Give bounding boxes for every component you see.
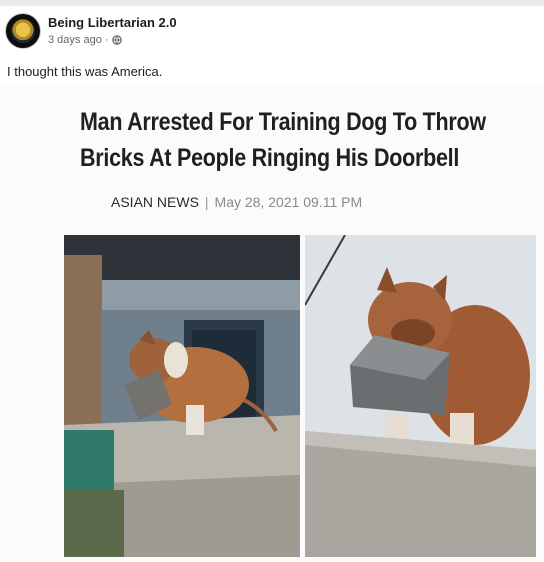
photo-dog-on-wall [64,235,300,557]
avatar[interactable] [6,14,40,48]
photo-dog-holding-brick [305,235,536,557]
article-date: May 28, 2021 09.11 PM [214,194,363,210]
post-image[interactable]: Man Arrested For Training Dog To Throw B… [0,86,544,562]
post-header: Being Libertarian 2.0 3 days ago · [6,14,177,48]
headline-line-2: Bricks At People Ringing His Doorbell [80,144,460,172]
top-divider [0,0,544,6]
headline-line-1: Man Arrested For Training Dog To Throw [80,108,486,136]
article-byline: ASIAN NEWS | May 28, 2021 09.11 PM [111,194,362,210]
page-name-link[interactable]: Being Libertarian 2.0 [48,15,177,30]
dot-separator: · [101,34,109,46]
article-headline: Man Arrested For Training Dog To Throw B… [80,104,486,176]
byline-separator: | [204,194,209,210]
article-source: ASIAN NEWS [111,194,199,210]
post-meta: Being Libertarian 2.0 3 days ago · [48,15,177,47]
post-timeline: 3 days ago · [48,33,177,47]
post-time[interactable]: 3 days ago [48,33,102,47]
globe-icon [111,35,122,45]
post-caption: I thought this was America. [7,64,163,79]
